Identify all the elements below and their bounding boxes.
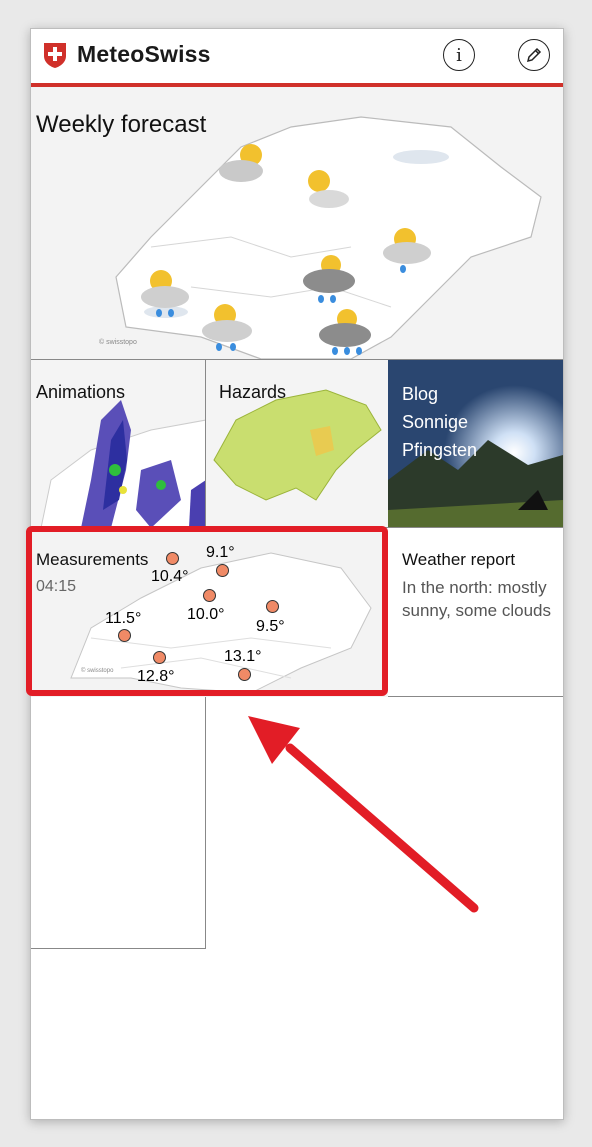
arrow-annotation-icon [248,716,479,913]
